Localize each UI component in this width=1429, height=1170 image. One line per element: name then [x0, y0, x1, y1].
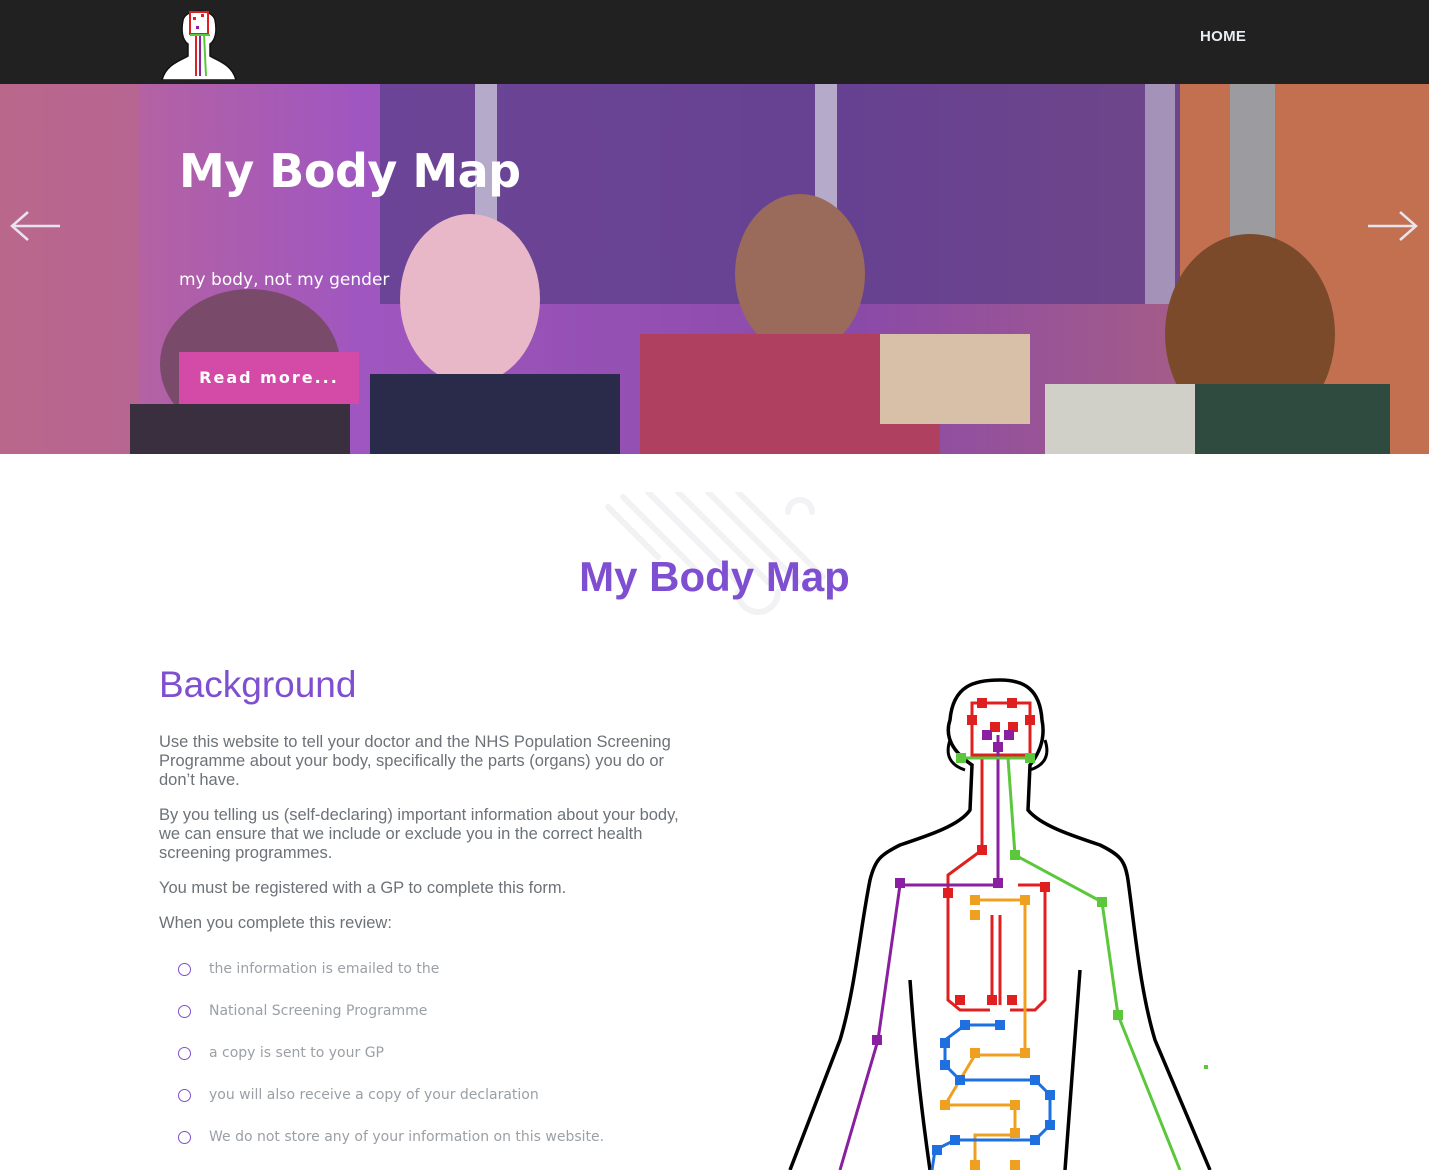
page-title: My Body Map: [579, 553, 850, 600]
hero-carousel: My Body Map my body, not my gender Read …: [0, 84, 1429, 454]
circle-bullet-icon: [178, 963, 191, 976]
self-declaring-paragraph: By you telling us (self-declaring) impor…: [159, 806, 679, 862]
list-item: the information is emailed to the: [178, 958, 604, 1000]
arrow-left-icon[interactable]: [6, 204, 62, 248]
review-intro-paragraph: When you complete this review:: [159, 914, 392, 932]
list-item-text: a copy is sent to your GP: [209, 1045, 384, 1061]
review-list: the information is emailed to the Nation…: [178, 958, 604, 1168]
list-item: We do not store any of your information …: [178, 1126, 604, 1168]
list-item: you will also receive a copy of your dec…: [178, 1084, 604, 1126]
hero-subtitle: my body, not my gender: [179, 270, 390, 290]
read-more-button[interactable]: Read more...: [179, 352, 359, 404]
list-item-text: you will also receive a copy of your dec…: [209, 1087, 539, 1103]
body-map-logo[interactable]: [160, 4, 238, 80]
arrow-right-icon[interactable]: [1366, 204, 1422, 248]
nav-home-link[interactable]: HOME: [1200, 28, 1246, 45]
list-item: National Screening Programme: [178, 1000, 604, 1042]
circle-bullet-icon: [178, 1005, 191, 1018]
list-item-text: National Screening Programme: [209, 1003, 428, 1019]
circle-bullet-icon: [178, 1047, 191, 1060]
list-item: a copy is sent to your GP: [178, 1042, 604, 1084]
hero-title: My Body Map: [179, 144, 521, 198]
navbar: HOME: [0, 0, 1429, 84]
gp-registration-paragraph: You must be registered with a GP to comp…: [159, 879, 567, 897]
body-map-illustration: [788, 678, 1212, 1170]
list-item-text: the information is emailed to the: [209, 961, 440, 977]
background-heading: Background: [159, 664, 357, 705]
circle-bullet-icon: [178, 1089, 191, 1102]
circle-bullet-icon: [178, 1131, 191, 1144]
intro-paragraph: Use this website to tell your doctor and…: [159, 733, 671, 789]
list-item-text: We do not store any of your information …: [209, 1129, 605, 1145]
